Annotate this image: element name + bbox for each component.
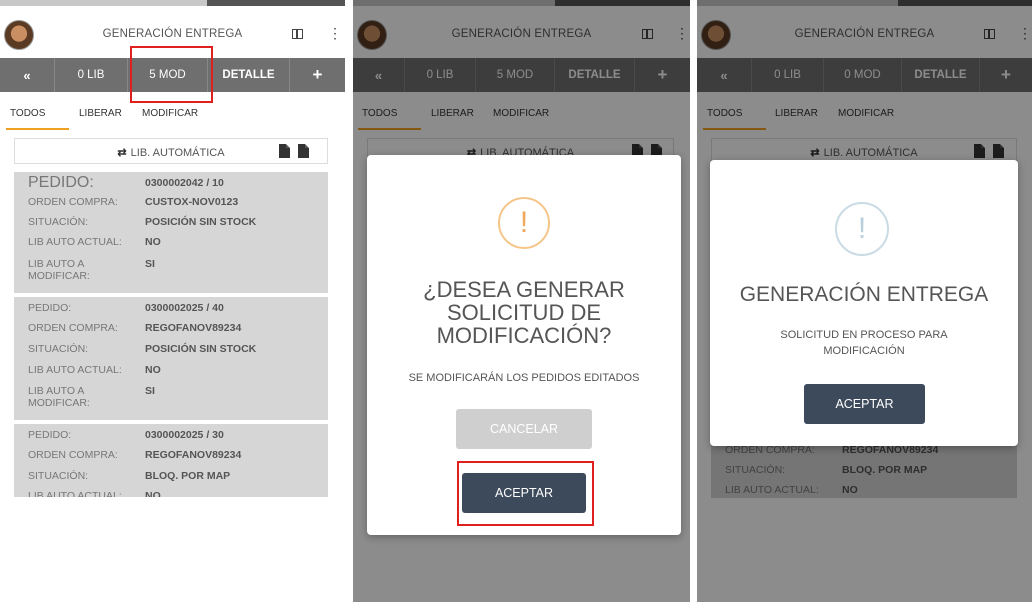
lib-modificar-value: SI xyxy=(145,258,155,270)
tab-todos[interactable]: TODOS xyxy=(10,108,45,119)
orden-label: ORDEN COMPRA: xyxy=(28,196,118,208)
pedido-value: 0300002042 / 10 xyxy=(145,177,224,189)
lib-count-button[interactable]: 0 LIB xyxy=(55,58,128,92)
tab-modificar[interactable]: MODIFICAR xyxy=(142,108,198,119)
tab-liberar[interactable]: LIBERAR xyxy=(79,108,122,119)
lib-actual-value: NO xyxy=(145,236,161,248)
lib-actual-label: LIB AUTO ACTUAL: xyxy=(28,364,122,376)
document-lines-icon[interactable] xyxy=(279,144,290,158)
swap-arrows-icon: ⇄ xyxy=(117,147,127,159)
situacion-value: POSICIÓN SIN STOCK xyxy=(145,343,257,355)
orden-label: ORDEN COMPRA: xyxy=(28,449,118,461)
document-icon[interactable] xyxy=(298,144,309,158)
accept-button[interactable]: ACEPTAR xyxy=(804,384,925,424)
orden-label: ORDEN COMPRA: xyxy=(28,322,118,334)
orden-value: REGOFANOV89234 xyxy=(145,322,242,334)
orden-value: REGOFANOV89234 xyxy=(145,449,242,461)
pedido-value: 0300002025 / 30 xyxy=(145,429,224,441)
pedido-label: PEDIDO: xyxy=(28,302,72,314)
lib-actual-value: NO xyxy=(145,364,161,376)
screen-panel-1: GENERACIÓN ENTREGA ⋮ « 0 LIB 5 MOD DETAL… xyxy=(0,0,345,602)
order-card[interactable]: PEDIDO: 0300002025 / 40 ORDEN COMPRA: RE… xyxy=(14,297,328,420)
pedido-value: 0300002025 / 40 xyxy=(145,302,224,314)
tab-bar: TODOS LIBERAR MODIFICAR xyxy=(0,98,345,130)
dialog-message: SE MODIFICARÁN LOS PEDIDOS EDITADOS xyxy=(408,372,640,384)
info-icon: ! xyxy=(835,202,889,256)
lib-actual-value: NO xyxy=(145,490,161,497)
order-card[interactable]: PEDIDO: 0300002025 / 30 ORDEN COMPRA: RE… xyxy=(14,424,328,497)
lib-actual-label: LIB AUTO ACTUAL: xyxy=(28,490,122,497)
warning-icon: ! xyxy=(498,197,550,249)
dialog-title-line-1: ¿DESEA GENERAR xyxy=(423,277,625,302)
detalle-button[interactable]: DETALLE xyxy=(208,58,290,92)
lib-modificar-value: SI xyxy=(145,385,155,397)
situacion-value: POSICIÓN SIN STOCK xyxy=(145,216,257,228)
highlight-box xyxy=(130,46,213,103)
cancel-button[interactable]: CANCELAR xyxy=(456,409,592,449)
info-dialog: ! GENERACIÓN ENTREGA SOLICITUD EN PROCES… xyxy=(710,160,1018,446)
pedido-label: PEDIDO: xyxy=(28,174,94,191)
more-vertical-icon[interactable]: ⋮ xyxy=(328,26,342,40)
highlight-box xyxy=(457,461,594,526)
lib-auto-button[interactable]: ⇄ LIB. AUTOMÁTICA xyxy=(14,138,328,164)
screen-panel-2: GENERACIÓN ENTREGA ⋮ « 0 LIB 5 MOD DETAL… xyxy=(353,0,690,602)
add-button[interactable]: + xyxy=(290,58,345,92)
tab-indicator xyxy=(6,128,69,130)
lib-modificar-label: LIB AUTO A MODIFICAR: xyxy=(28,385,90,409)
dialog-title-line-2: SOLICITUD DE xyxy=(446,300,602,325)
lib-modificar-label: LIB AUTO A MODIFICAR: xyxy=(28,258,90,282)
dialog-message-line-2: MODIFICACIÓN xyxy=(823,345,905,357)
dialog-title: GENERACIÓN ENTREGA xyxy=(739,283,989,306)
pedido-label: PEDIDO: xyxy=(28,429,72,441)
dialog-title-line-3: MODIFICACIÓN? xyxy=(436,323,612,348)
lib-auto-label: LIB. AUTOMÁTICA xyxy=(130,147,225,159)
columns-icon[interactable] xyxy=(292,29,303,39)
situacion-label: SITUACIÓN: xyxy=(28,216,89,228)
back-button[interactable]: « xyxy=(0,58,55,92)
screen-panel-3: GENERACIÓN ENTREGA ⋮ « 0 LIB 0 MOD DETAL… xyxy=(697,0,1032,602)
dialog-message-line-1: SOLICITUD EN PROCESO PARA xyxy=(780,329,948,341)
orden-value: CUSTOX-NOV0123 xyxy=(145,196,239,208)
lib-actual-label: LIB AUTO ACTUAL: xyxy=(28,236,122,248)
order-card[interactable]: PEDIDO: 0300002042 / 10 ORDEN COMPRA: CU… xyxy=(14,172,328,293)
situacion-value: BLOQ. POR MAP xyxy=(145,470,231,482)
situacion-label: SITUACIÓN: xyxy=(28,470,89,482)
situacion-label: SITUACIÓN: xyxy=(28,343,89,355)
